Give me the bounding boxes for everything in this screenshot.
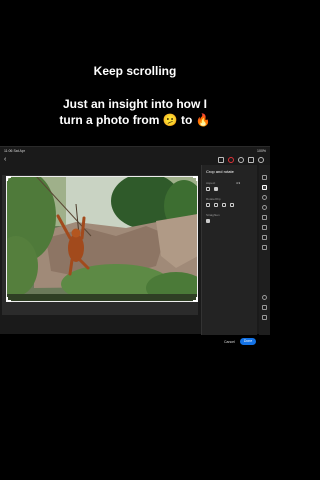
masking-icon[interactable] [262, 305, 267, 310]
swap-orientation-icon[interactable] [214, 187, 218, 191]
flip-vertical-icon[interactable] [230, 203, 234, 207]
status-bar: 11:06 Sat Apr 100% [0, 147, 270, 155]
chevron-left-icon[interactable]: ‹ [4, 155, 6, 165]
status-time: 11:06 Sat Apr [4, 149, 25, 153]
top-bar-actions [218, 157, 264, 163]
rotate-left-icon[interactable] [206, 203, 210, 207]
cancel-button[interactable]: Cancel [224, 340, 235, 344]
share-icon[interactable] [248, 157, 254, 163]
caption-body: Just an insight into how I turn a photo … [0, 96, 270, 128]
optics-icon[interactable] [262, 235, 267, 240]
editor-top-bar: ‹ [0, 155, 270, 165]
panel-title: Crop and rotate [206, 169, 234, 174]
rotate-right-icon[interactable] [214, 203, 218, 207]
tool-rail [259, 165, 270, 335]
presets-icon[interactable] [262, 175, 267, 180]
detail-icon[interactable] [262, 225, 267, 230]
compare-icon[interactable] [218, 157, 224, 163]
caption-heading: Keep scrolling [93, 64, 177, 78]
effects-icon[interactable] [262, 215, 267, 220]
geometry-icon[interactable] [262, 245, 267, 250]
light-icon[interactable] [262, 195, 267, 200]
lock-icon[interactable] [206, 187, 210, 191]
tablet-screen: 11:06 Sat Apr 100% ‹ Crop and rotate Asp… [0, 146, 270, 345]
photo-canvas[interactable] [2, 175, 198, 315]
auto-straighten-icon[interactable] [206, 219, 210, 223]
straighten-label: Straighten [206, 213, 220, 217]
more-icon[interactable] [258, 157, 264, 163]
crop-icon[interactable] [262, 185, 267, 190]
done-button[interactable]: Done [240, 338, 256, 345]
battery-level: 100% [257, 149, 266, 153]
color-icon[interactable] [262, 205, 267, 210]
undo-icon[interactable] [228, 157, 234, 163]
rotate-label: Rotate/Flip [206, 197, 221, 201]
aspect-label: Aspect [206, 181, 216, 185]
caption-line: Just an insight into how I [63, 97, 207, 111]
flip-horizontal-icon[interactable] [222, 203, 226, 207]
crop-panel: Crop and rotate Aspect 4:3 Rotate/Flip S… [201, 165, 257, 345]
heal-icon[interactable] [262, 295, 267, 300]
redo-icon[interactable] [238, 157, 244, 163]
aspect-value[interactable]: 4:3 [236, 181, 240, 185]
versions-icon[interactable] [262, 315, 267, 320]
orangutan-photo [6, 176, 198, 302]
caption-line: turn a photo from 🫤 to 🔥 [59, 113, 211, 127]
